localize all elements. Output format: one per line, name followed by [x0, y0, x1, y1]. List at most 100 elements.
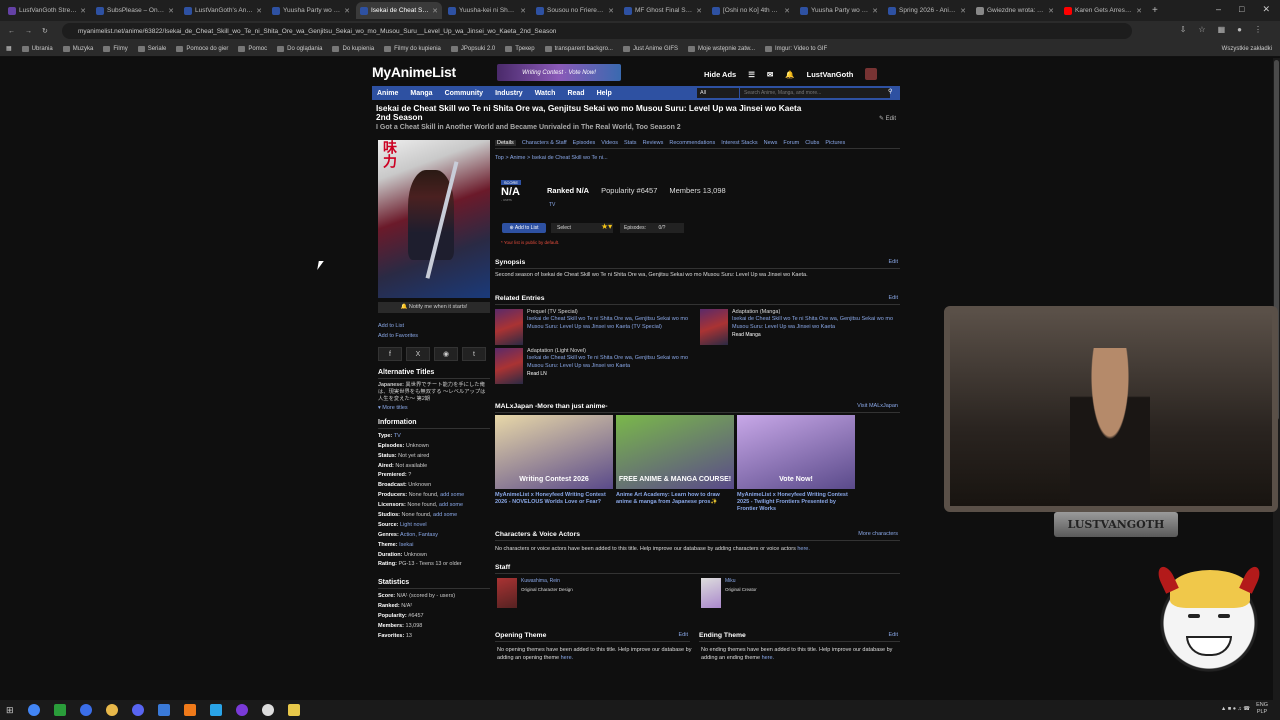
type-link[interactable]: TV: [549, 202, 555, 208]
all-bookmarks[interactable]: Wszystkie zakładki: [1222, 46, 1272, 52]
browser-tab[interactable]: LustVanGoth's Ani... ✕: [180, 2, 266, 19]
mail-icon[interactable]: ✉: [767, 70, 773, 79]
add-to-list-link[interactable]: Add to List: [378, 323, 490, 329]
new-tab-icon[interactable]: +: [1152, 5, 1158, 16]
bookmark-item[interactable]: Moje wstępnie zatw...: [687, 45, 755, 52]
bookmark-item[interactable]: Imgur: Video to GIF: [765, 45, 827, 52]
staff-member[interactable]: Kuwashima, Rein Original Character Design: [497, 578, 573, 608]
browser-tab[interactable]: LustVanGoth Strea... ✕: [4, 2, 90, 19]
related-title-link[interactable]: Isekai de Cheat Skill wo Te ni Shita Ore…: [527, 355, 688, 368]
bookmark-item[interactable]: Pomoce do gier: [176, 45, 228, 52]
folder-icon[interactable]: [287, 704, 300, 716]
browser-tab[interactable]: Spring 2026 - Anim... ✕: [884, 2, 970, 19]
tab-close-icon[interactable]: ✕: [960, 7, 966, 15]
subnav-tab[interactable]: Pictures: [825, 140, 845, 146]
subnav-tab[interactable]: Recommendations: [669, 140, 715, 146]
tab-close-icon[interactable]: ✕: [872, 7, 878, 15]
subnav-tab[interactable]: Forum: [783, 140, 799, 146]
related-thumbnail[interactable]: [700, 309, 728, 345]
related-edit[interactable]: Edit: [889, 295, 898, 301]
subnav-tab[interactable]: Episodes: [573, 140, 596, 146]
tab-close-icon[interactable]: ✕: [432, 7, 438, 15]
forward-icon[interactable]: →: [25, 28, 32, 35]
malx-card[interactable]: Writing Contest 2026 MyAnimeList x Honeyf…: [495, 415, 613, 513]
synopsis-edit[interactable]: Edit: [889, 259, 898, 265]
nav-item[interactable]: Help: [597, 90, 612, 97]
card-image[interactable]: Vote Now!: [737, 415, 855, 489]
hide-ads-link[interactable]: Hide Ads: [704, 70, 736, 79]
subnav-tab[interactable]: Stats: [624, 140, 637, 146]
tab-close-icon[interactable]: ✕: [520, 7, 526, 15]
card-title[interactable]: Anime Art Academy: Learn how to draw ani…: [616, 492, 734, 506]
bookmark-item[interactable]: Muzyka: [62, 45, 93, 52]
browser-tab[interactable]: Yuusha Party wo C... ✕: [268, 2, 354, 19]
related-entry[interactable]: Adaptation (Light Novel) Isekai de Cheat …: [495, 348, 695, 384]
ending-here-link[interactable]: here.: [762, 655, 775, 661]
extensions-icon[interactable]: ▦: [1218, 25, 1226, 34]
tab-close-icon[interactable]: ✕: [784, 7, 790, 15]
bookmark-item[interactable]: Filmy do kupienia: [384, 45, 441, 52]
score-star-icon[interactable]: ★▾: [601, 222, 612, 231]
writing-contest-banner[interactable]: Writing Contest · Vote Now!: [497, 64, 621, 81]
subnav-tab[interactable]: Details: [495, 140, 516, 146]
notify-button[interactable]: 🔔 Notify me when it starts!: [378, 302, 490, 313]
cover-image[interactable]: 味力: [378, 140, 490, 298]
bookmark-item[interactable]: Pomoc: [238, 45, 267, 52]
tab-close-icon[interactable]: ✕: [696, 7, 702, 15]
maximize-icon[interactable]: □: [1239, 4, 1244, 15]
nav-item[interactable]: Read: [567, 90, 584, 97]
tab-close-icon[interactable]: ✕: [344, 7, 350, 15]
staff-member[interactable]: Miku Original Creator: [701, 578, 757, 608]
subnav-tab[interactable]: Characters & Staff: [522, 140, 567, 146]
tab-close-icon[interactable]: ✕: [608, 7, 614, 15]
staff-name[interactable]: Miku: [725, 578, 757, 584]
reddit-icon[interactable]: ◉: [434, 347, 458, 361]
minimize-icon[interactable]: –: [1216, 4, 1221, 15]
related-title-link[interactable]: Isekai de Cheat Skill wo Te ni Shita Ore…: [732, 316, 893, 329]
subnav-tab[interactable]: News: [764, 140, 778, 146]
malx-card[interactable]: Vote Now! MyAnimeList x Honeyfeed Writing…: [737, 415, 855, 513]
close-icon[interactable]: ✕: [1262, 4, 1270, 15]
read-badge[interactable]: Read LN: [527, 371, 695, 378]
vlc-icon[interactable]: [183, 704, 196, 716]
bookmark-item[interactable]: Ubrania: [21, 45, 53, 52]
browser-tab[interactable]: Isekai de Cheat Skil... ✕: [356, 2, 442, 19]
bookmark-item[interactable]: Do oglądania: [277, 45, 322, 52]
opening-edit[interactable]: Edit: [679, 632, 688, 638]
browser-tab[interactable]: Yuusha-kei ni Shou... ✕: [444, 2, 530, 19]
app-icon[interactable]: [209, 704, 222, 716]
browser-tab[interactable]: Karen Gets Arrested... ✕: [1060, 2, 1146, 19]
app-icon[interactable]: [79, 704, 92, 716]
subnav-tab[interactable]: Reviews: [643, 140, 664, 146]
bookmark-item[interactable]: Do kupienia: [332, 45, 374, 52]
start-icon[interactable]: ⊞: [6, 705, 14, 716]
menu-icon[interactable]: ⋮: [1254, 25, 1262, 34]
card-image[interactable]: FREE ANIME & MANGA COURSE!: [616, 415, 734, 489]
app-icon[interactable]: [157, 704, 170, 716]
tab-close-icon[interactable]: ✕: [256, 7, 262, 15]
breadcrumb[interactable]: Top > Anime > Isekai de Cheat Skill wo T…: [495, 155, 900, 161]
avatar[interactable]: [865, 68, 878, 80]
related-title-link[interactable]: Isekai de Cheat Skill wo Te ni Shita Ore…: [527, 316, 688, 329]
site-logo[interactable]: MyAnimeList: [372, 64, 456, 80]
browser-tab[interactable]: Yuusha Party wo C... ✕: [796, 2, 882, 19]
facebook-icon[interactable]: f: [378, 347, 402, 361]
add-to-favorites-link[interactable]: Add to Favorites: [378, 333, 490, 339]
bell-icon[interactable]: 🔔: [785, 70, 794, 79]
browser-tab[interactable]: SubsPlease – One ... ✕: [92, 2, 178, 19]
star-icon[interactable]: ☆: [1198, 25, 1205, 34]
related-entry[interactable]: Adaptation (Manga) Isekai de Cheat Skill …: [700, 309, 900, 345]
episodes-progress[interactable]: Episodes: 0/?: [620, 223, 684, 233]
search-category-select[interactable]: All: [697, 88, 739, 98]
add-some-link[interactable]: add some: [439, 502, 463, 508]
bookmark-item[interactable]: Just Anime GIFS: [622, 45, 678, 52]
back-icon[interactable]: ←: [8, 28, 15, 35]
visit-malx-link[interactable]: Visit MALxJapan: [857, 403, 898, 409]
related-thumbnail[interactable]: [495, 348, 523, 384]
search-input[interactable]: Search Anime, Manga, and more...: [740, 88, 890, 98]
username[interactable]: LustVanGoth: [807, 70, 854, 79]
download-icon[interactable]: ⇩: [1180, 25, 1187, 34]
more-titles-link[interactable]: ▾ More titles: [378, 405, 490, 411]
discord-icon[interactable]: [131, 704, 144, 716]
staff-name[interactable]: Kuwashima, Rein: [521, 578, 573, 584]
